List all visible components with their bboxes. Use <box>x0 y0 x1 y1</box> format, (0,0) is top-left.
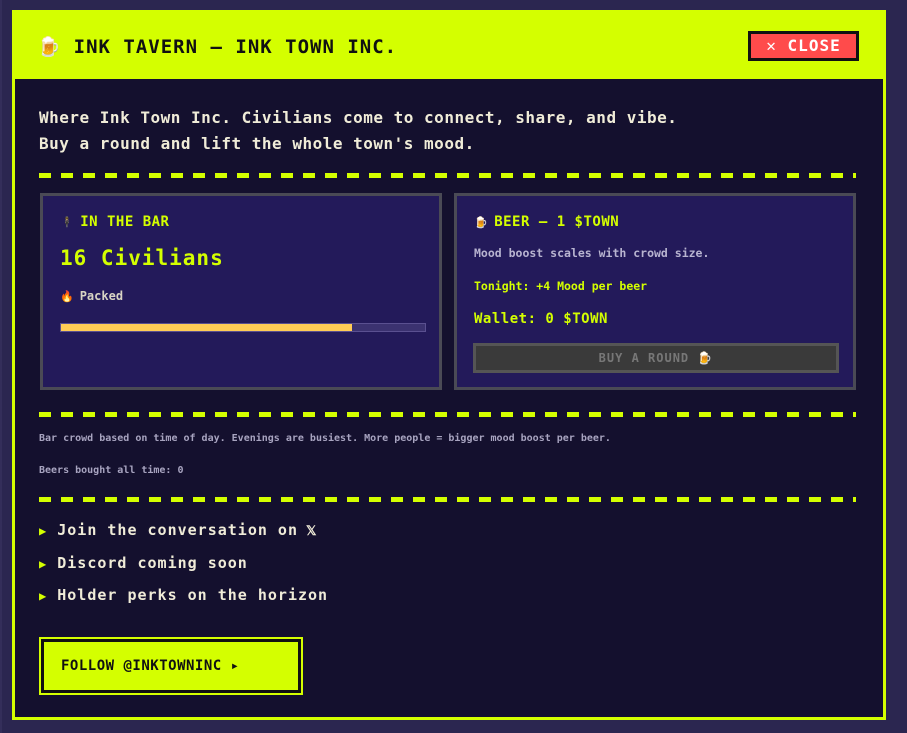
close-button[interactable]: ✕ CLOSE <box>748 31 859 61</box>
intro-text: Where Ink Town Inc. Civilians come to co… <box>39 105 859 157</box>
buy-round-button[interactable]: BUY A ROUND 🍺 <box>473 343 839 373</box>
modal-title-text: INK TAVERN — INK TOWN INC. <box>73 36 398 58</box>
beer-mug-icon: 🍺 <box>37 36 62 58</box>
flame-icon: 🔥 <box>60 290 74 303</box>
holder-perks-label: Holder perks on the horizon <box>57 586 329 604</box>
list-item: ▶ Discord coming soon <box>39 554 248 572</box>
beer-description: Mood boost scales with crowd size. <box>474 246 710 260</box>
bar-status-card: 🕴 IN THE BAR 16 Civilians 🔥 Packed <box>40 193 442 390</box>
bar-card-heading-text: IN THE BAR <box>80 214 170 230</box>
divider <box>39 173 856 178</box>
beer-card-heading: 🍺 BEER — 1 $TOWN <box>474 214 619 230</box>
divider <box>39 412 856 417</box>
discord-label: Discord coming soon <box>57 554 248 572</box>
bar-card-heading: 🕴 IN THE BAR <box>60 214 170 230</box>
crowd-status-label: Packed <box>79 289 124 303</box>
intro-line-1: Where Ink Town Inc. Civilians come to co… <box>39 108 678 127</box>
crowd-meter-fill <box>61 324 353 331</box>
modal-title: 🍺 INK TAVERN — INK TOWN INC. <box>37 35 397 58</box>
tavern-modal: 🍺 INK TAVERN — INK TOWN INC. ✕ CLOSE Wher… <box>12 10 886 720</box>
crowd-info-note: Bar crowd based on time of day. Evenings… <box>39 433 611 444</box>
divider <box>39 497 856 502</box>
beer-mug-icon: 🍺 <box>474 216 489 229</box>
wallet-balance: Wallet: 0 $TOWN <box>474 311 608 327</box>
crowd-meter <box>60 323 426 332</box>
figure-icon: 🕴 <box>60 216 75 229</box>
beers-total-note: Beers bought all time: 0 <box>39 465 184 476</box>
list-item[interactable]: ▶ Join the conversation on 𝕏 <box>39 521 317 539</box>
triangle-right-icon: ▶ <box>39 589 48 603</box>
modal-titlebar: 🍺 INK TAVERN — INK TOWN INC. ✕ CLOSE <box>15 13 883 79</box>
link-x-label: Join the conversation on <box>57 521 298 539</box>
crowd-status: 🔥 Packed <box>60 289 123 303</box>
triangle-right-icon: ▶ <box>39 524 48 538</box>
intro-line-2: Buy a round and lift the whole town's mo… <box>39 134 475 153</box>
beer-card: 🍺 BEER — 1 $TOWN Mood boost scales with c… <box>454 193 856 390</box>
beer-card-heading-text: BEER — 1 $TOWN <box>494 214 620 230</box>
triangle-right-icon: ▶ <box>39 557 48 571</box>
tonight-boost: Tonight: +4 Mood per beer <box>474 279 648 293</box>
x-logo-icon[interactable]: 𝕏 <box>306 524 317 539</box>
follow-button[interactable]: FOLLOW @INKTOWNINC ▸ <box>39 637 303 695</box>
civilian-count: 16 Civilians <box>60 246 224 270</box>
list-item: ▶ Holder perks on the horizon <box>39 586 328 604</box>
